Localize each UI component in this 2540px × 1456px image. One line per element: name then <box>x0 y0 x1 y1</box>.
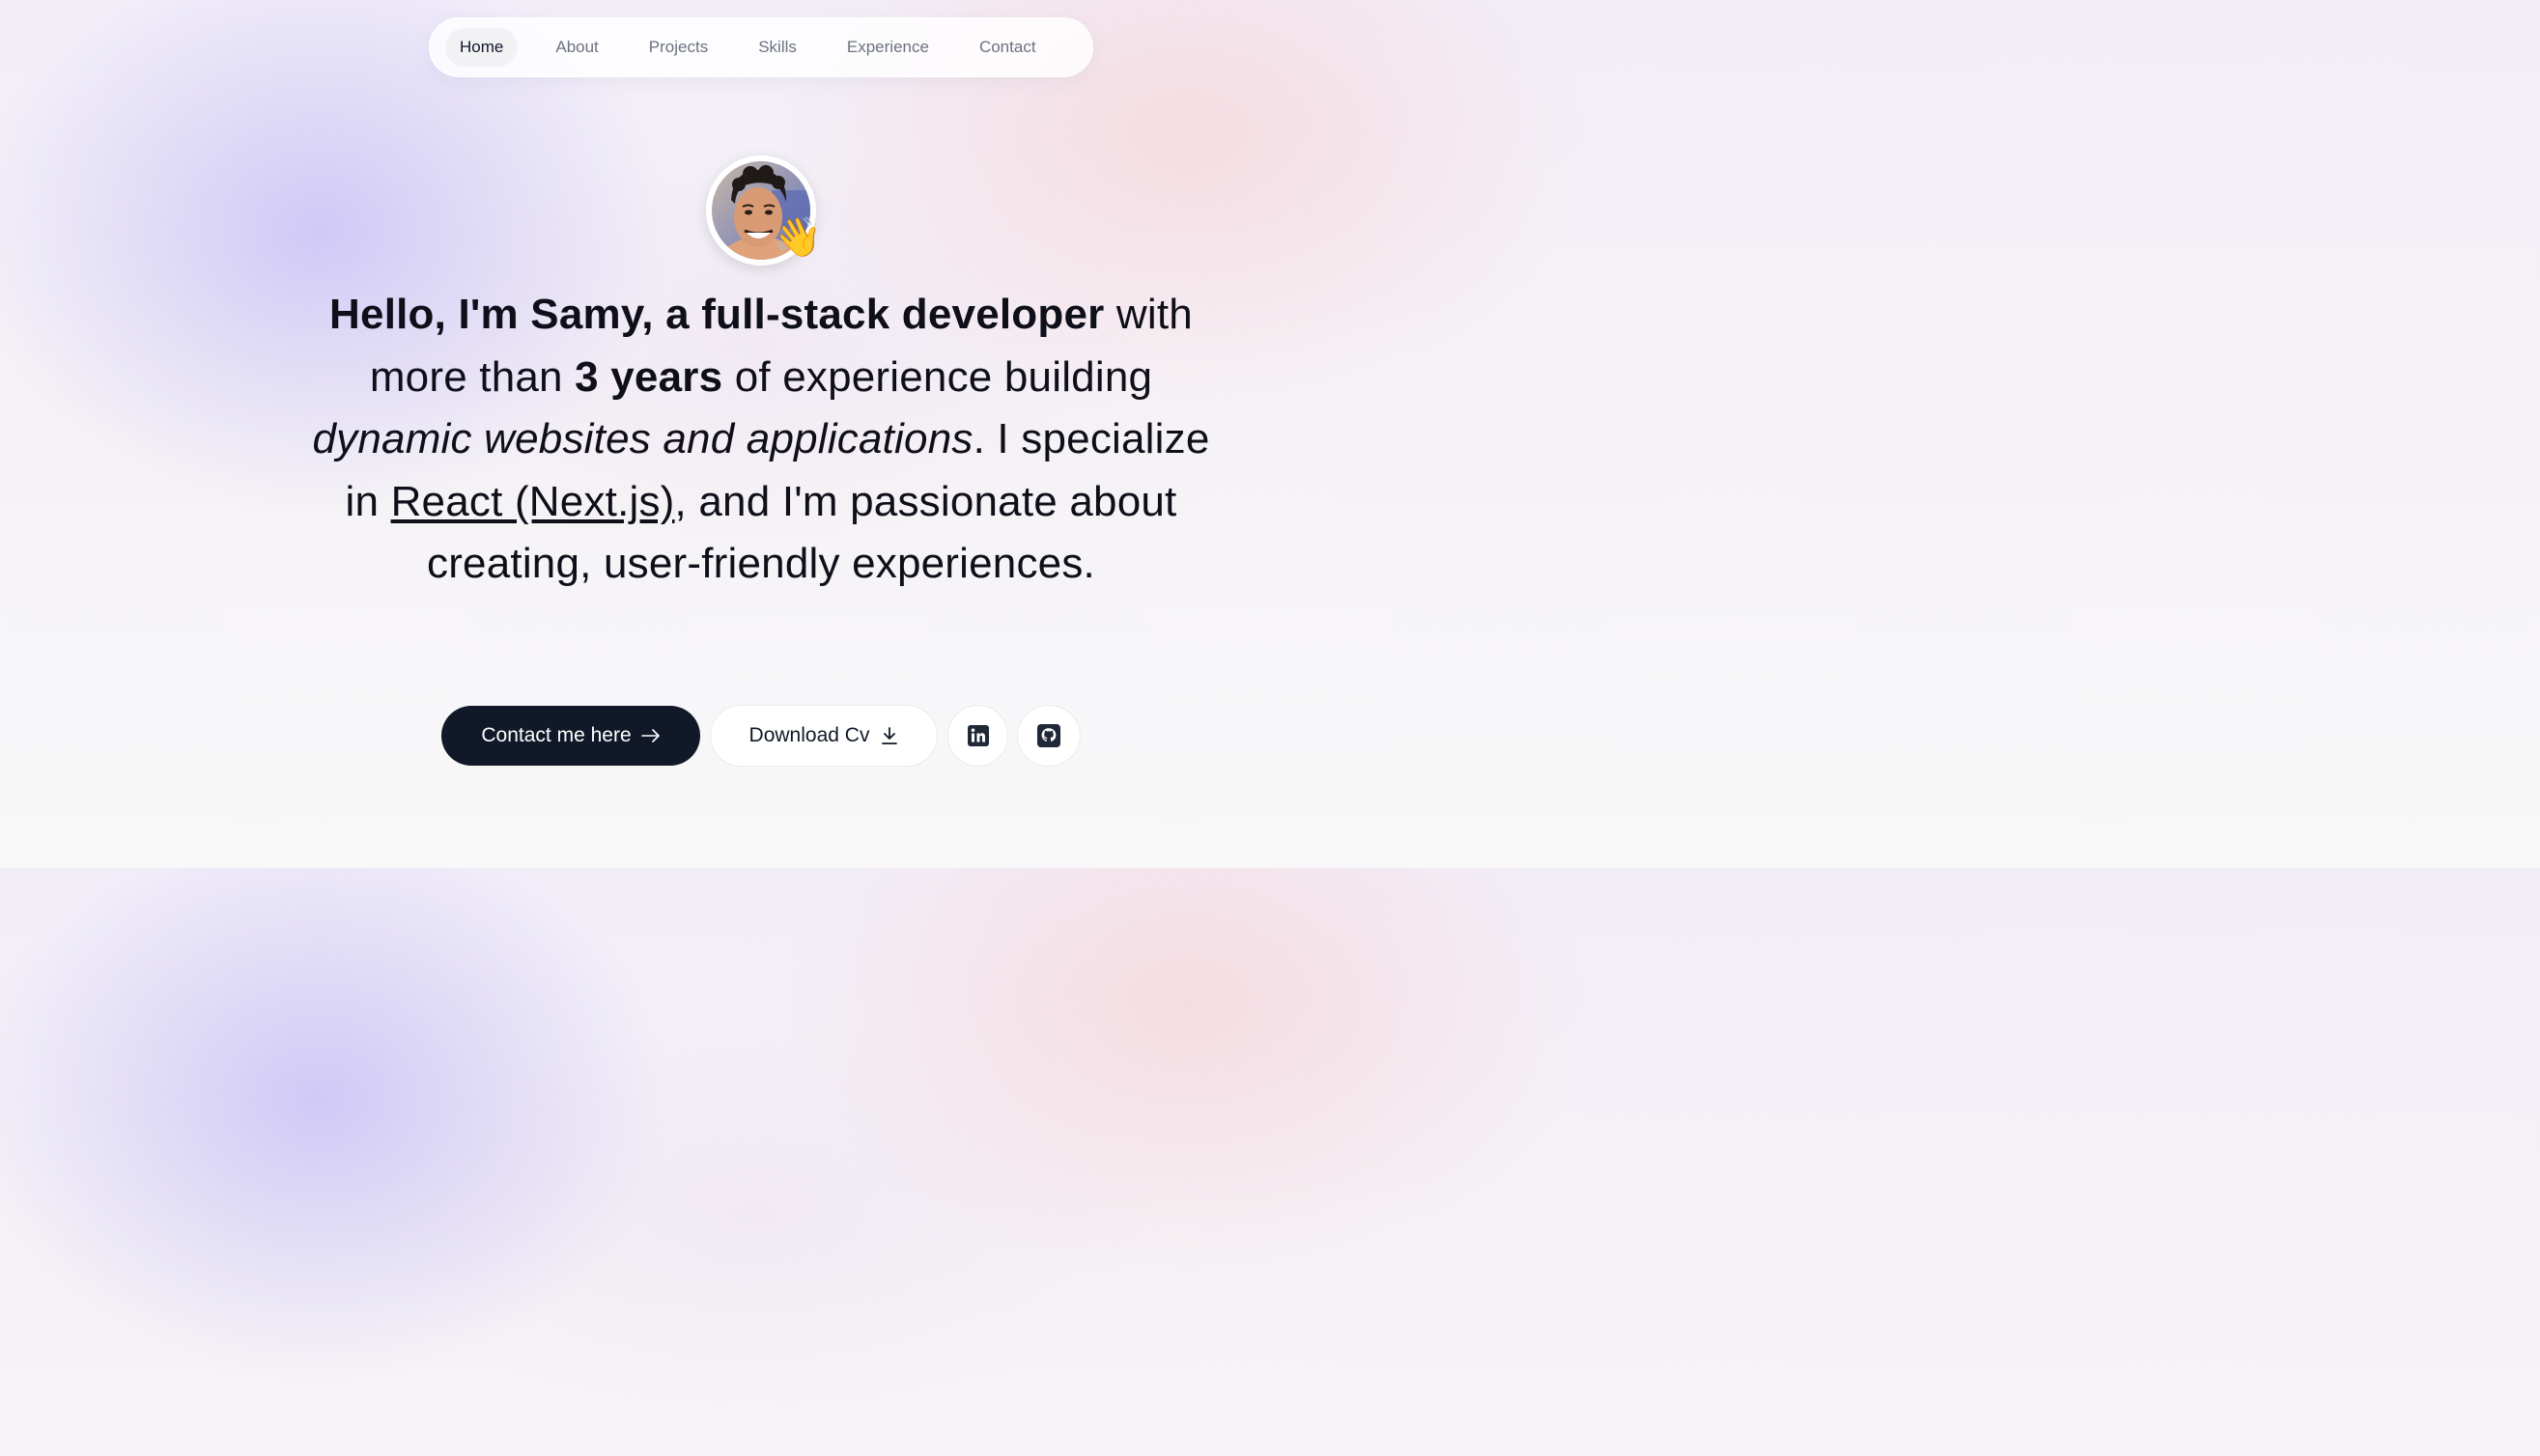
headline-intro: Hello, I'm Samy, a full-stack developer <box>329 291 1105 338</box>
nav-item-about[interactable]: About <box>541 28 612 67</box>
hero-headline: Hello, I'm Samy, a full-stack developer … <box>303 284 1219 596</box>
linkedin-icon <box>967 725 989 746</box>
headline-text-2: of experience building <box>722 352 1153 401</box>
linkedin-button[interactable] <box>947 705 1008 767</box>
download-cv-button[interactable]: Download Cv <box>710 705 938 767</box>
headline-years: 3 years <box>575 352 723 401</box>
waving-hand-icon: 👋 <box>774 216 822 259</box>
contact-me-label: Contact me here <box>481 724 632 746</box>
github-button[interactable] <box>1017 705 1081 767</box>
nav-item-projects[interactable]: Projects <box>635 28 722 67</box>
top-navigation: Home About Projects Skills Experience Co… <box>429 17 1093 77</box>
download-icon <box>881 726 898 745</box>
nav-item-contact[interactable]: Contact <box>965 28 1051 67</box>
github-icon <box>1037 724 1060 747</box>
headline-italic-phrase: dynamic websites and applications <box>312 415 974 462</box>
download-cv-label: Download Cv <box>748 724 870 746</box>
nav-item-experience[interactable]: Experience <box>833 28 944 67</box>
arrow-right-icon <box>640 728 661 743</box>
contact-me-button[interactable]: Contact me here <box>441 706 700 766</box>
nav-item-home[interactable]: Home <box>445 28 519 67</box>
headline-tech-link[interactable]: React (Next.js) <box>391 478 675 525</box>
nav-item-skills[interactable]: Skills <box>744 28 811 67</box>
